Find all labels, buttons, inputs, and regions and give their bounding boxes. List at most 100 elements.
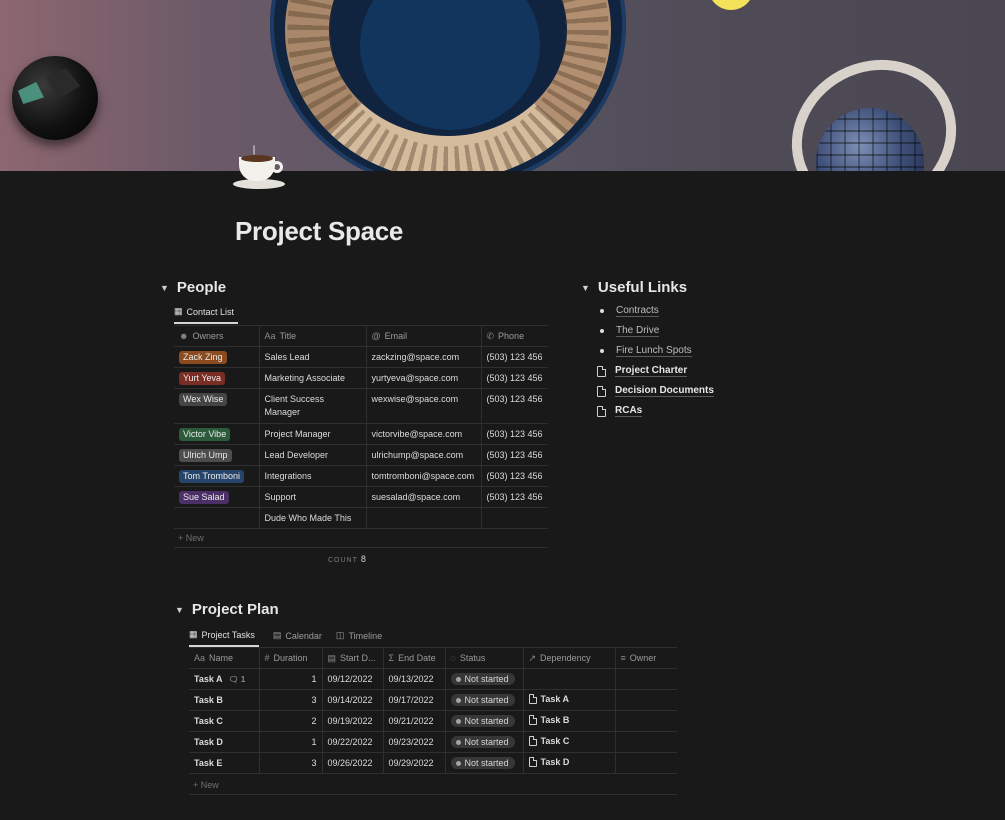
table-row[interactable]: Yurt Yeva Marketing Associate yurtyeva@s…: [174, 367, 548, 389]
dependency-link[interactable]: Task A: [528, 694, 569, 704]
title-cell[interactable]: Lead Developer: [259, 444, 367, 466]
table-row[interactable]: Task A 🗨 1 1 09/12/2022 09/13/2022 Not st…: [189, 668, 677, 690]
phone-cell[interactable]: (503) 123 456: [481, 388, 548, 424]
column-header-phone[interactable]: ✆ Phone: [481, 325, 548, 347]
column-header-duration[interactable]: # Duration: [259, 647, 323, 669]
end-date-cell[interactable]: 09/13/2022: [383, 668, 446, 690]
link-the-drive[interactable]: The Drive: [616, 325, 660, 337]
table-row[interactable]: Wex Wise Client Success Manager wexwise@…: [174, 388, 548, 424]
end-date-cell[interactable]: 09/17/2022: [383, 689, 446, 711]
duration-cell[interactable]: 3: [259, 752, 323, 774]
title-cell[interactable]: Project Manager: [259, 423, 367, 445]
column-header-start-date[interactable]: ▤ Start D...: [322, 647, 384, 669]
title-cell[interactable]: Dude Who Made This: [259, 507, 367, 529]
end-date-cell[interactable]: 09/21/2022: [383, 710, 446, 732]
owner-cell[interactable]: [174, 507, 260, 529]
email-cell[interactable]: [366, 507, 482, 529]
table-row[interactable]: Dude Who Made This: [174, 507, 548, 529]
email-cell[interactable]: yurtyeva@space.com: [366, 367, 482, 389]
name-cell[interactable]: Task E: [189, 752, 260, 774]
page-link-rcas[interactable]: RCAs: [597, 401, 714, 421]
email-cell[interactable]: wexwise@space.com: [366, 388, 482, 424]
duration-cell[interactable]: 1: [259, 668, 323, 690]
dependency-link[interactable]: Task D: [528, 757, 569, 767]
toggle-triangle-icon[interactable]: ▼: [160, 283, 169, 293]
table-row[interactable]: Victor Vibe Project Manager victorvibe@s…: [174, 423, 548, 445]
new-task-button[interactable]: + New: [189, 775, 677, 795]
table-row[interactable]: Zack Zing Sales Lead zackzing@space.com …: [174, 346, 548, 368]
tab-contact-list[interactable]: ▦ Contact List: [174, 306, 239, 324]
toggle-triangle-icon[interactable]: ▼: [175, 605, 184, 615]
table-row[interactable]: Task D 1 09/22/2022 09/23/2022 Not start…: [189, 731, 677, 753]
column-header-dependency[interactable]: ↗ Dependency: [523, 647, 616, 669]
cover-image[interactable]: [0, 0, 1005, 171]
owner-cell[interactable]: [615, 710, 677, 732]
email-cell[interactable]: victorvibe@space.com: [366, 423, 482, 445]
new-contact-button[interactable]: + New: [174, 528, 548, 548]
tab-calendar[interactable]: ▤ Calendar: [273, 629, 322, 647]
phone-cell[interactable]: (503) 123 456: [481, 346, 548, 368]
phone-cell[interactable]: (503) 123 456: [481, 423, 548, 445]
column-header-end-date[interactable]: Σ End Date: [383, 647, 446, 669]
phone-cell[interactable]: (503) 123 456: [481, 367, 548, 389]
owner-cell[interactable]: [615, 731, 677, 753]
column-header-owners[interactable]: ☻ Owners: [174, 325, 260, 347]
comment-icon[interactable]: 🗨 1: [229, 675, 246, 684]
owner-cell[interactable]: [615, 689, 677, 711]
email-cell[interactable]: tomtromboni@space.com: [366, 465, 482, 487]
dependency-cell[interactable]: [523, 668, 616, 690]
link-contracts[interactable]: Contracts: [616, 305, 659, 317]
phone-cell[interactable]: (503) 123 456: [481, 444, 548, 466]
project-plan-heading[interactable]: ▼ Project Plan: [175, 601, 279, 618]
duration-cell[interactable]: 2: [259, 710, 323, 732]
table-row[interactable]: Task C 2 09/19/2022 09/21/2022 Not start…: [189, 710, 677, 732]
title-cell[interactable]: Integrations: [259, 465, 367, 487]
people-heading[interactable]: ▼ People: [160, 279, 226, 296]
title-cell[interactable]: Sales Lead: [259, 346, 367, 368]
email-cell[interactable]: zackzing@space.com: [366, 346, 482, 368]
end-date-cell[interactable]: 09/29/2022: [383, 752, 446, 774]
phone-cell[interactable]: (503) 123 456: [481, 486, 548, 508]
column-header-owner[interactable]: ≡ Owner: [615, 647, 677, 669]
page-link-project-charter[interactable]: Project Charter: [597, 361, 714, 381]
dependency-link[interactable]: Task C: [528, 736, 569, 746]
name-cell[interactable]: Task A 🗨 1: [189, 668, 260, 690]
start-date-cell[interactable]: 09/26/2022: [322, 752, 384, 774]
link-fire-lunch-spots[interactable]: Fire Lunch Spots: [616, 345, 692, 357]
phone-cell[interactable]: [481, 507, 548, 529]
toggle-triangle-icon[interactable]: ▼: [581, 283, 590, 293]
title-cell[interactable]: Support: [259, 486, 367, 508]
useful-links-heading[interactable]: ▼ Useful Links: [581, 279, 687, 296]
page-link-decision-documents[interactable]: Decision Documents: [597, 381, 714, 401]
start-date-cell[interactable]: 09/19/2022: [322, 710, 384, 732]
tab-project-tasks[interactable]: ▦ Project Tasks: [189, 629, 259, 647]
column-header-email[interactable]: @ Email: [366, 325, 482, 347]
column-header-status[interactable]: ◌ Status: [445, 647, 524, 669]
name-cell[interactable]: Task D: [189, 731, 260, 753]
duration-cell[interactable]: 1: [259, 731, 323, 753]
start-date-cell[interactable]: 09/22/2022: [322, 731, 384, 753]
dependency-link[interactable]: Task B: [528, 715, 569, 725]
title-cell[interactable]: Client Success Manager: [259, 388, 367, 424]
column-header-name[interactable]: Aa Name: [189, 647, 260, 669]
page-title[interactable]: Project Space: [235, 216, 403, 247]
start-date-cell[interactable]: 09/14/2022: [322, 689, 384, 711]
title-cell[interactable]: Marketing Associate: [259, 367, 367, 389]
table-row[interactable]: Task E 3 09/26/2022 09/29/2022 Not start…: [189, 752, 677, 774]
table-row[interactable]: Tom Tromboni Integrations tomtromboni@sp…: [174, 465, 548, 487]
email-cell[interactable]: ulrichump@space.com: [366, 444, 482, 466]
table-row[interactable]: Sue Salad Support suesalad@space.com (50…: [174, 486, 548, 508]
count-summary[interactable]: COUNT 8: [328, 554, 366, 564]
name-cell[interactable]: Task C: [189, 710, 260, 732]
tab-timeline[interactable]: ◫ Timeline: [336, 629, 382, 647]
table-row[interactable]: Task B 3 09/14/2022 09/17/2022 Not start…: [189, 689, 677, 711]
column-header-title[interactable]: Aa Title: [259, 325, 367, 347]
table-row[interactable]: Ulrich Ump Lead Developer ulrichump@spac…: [174, 444, 548, 466]
start-date-cell[interactable]: 09/12/2022: [322, 668, 384, 690]
name-cell[interactable]: Task B: [189, 689, 260, 711]
phone-cell[interactable]: (503) 123 456: [481, 465, 548, 487]
duration-cell[interactable]: 3: [259, 689, 323, 711]
end-date-cell[interactable]: 09/23/2022: [383, 731, 446, 753]
coffee-cup-icon[interactable]: [233, 145, 287, 193]
owner-cell[interactable]: [615, 668, 677, 690]
